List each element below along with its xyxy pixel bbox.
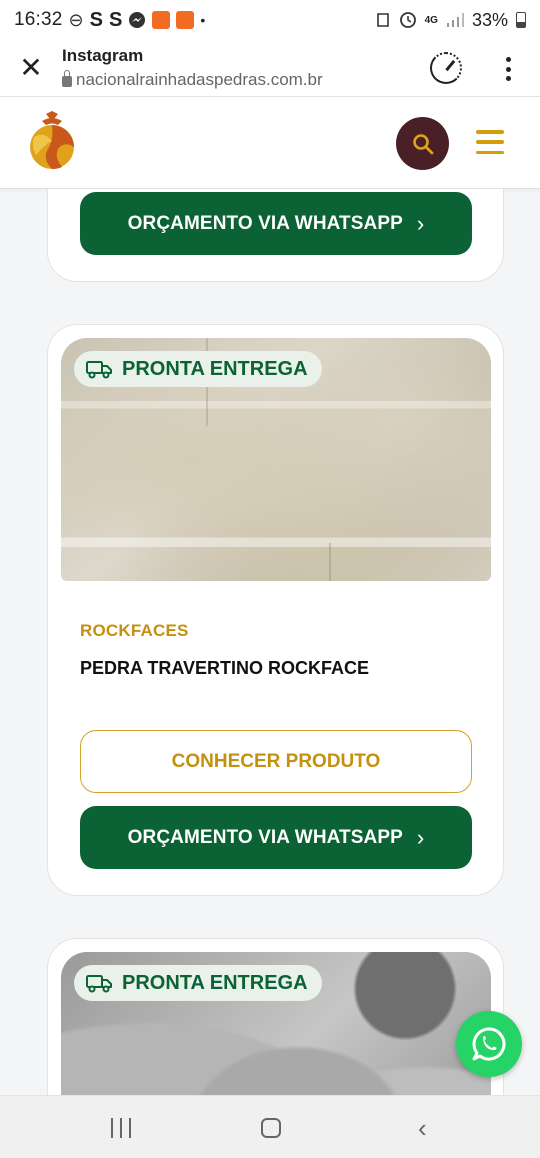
product-category: ROCKFACES [80, 621, 189, 640]
whatsapp-quote-button[interactable]: ORÇAMENTO VIA WHATSAPP › [80, 806, 472, 869]
whatsapp-quote-label: ORÇAMENTO VIA WHATSAPP [127, 212, 403, 234]
chevron-right-icon: › [416, 210, 425, 236]
view-product-button[interactable]: CONHECER PRODUTO [80, 730, 472, 793]
lock-icon [62, 70, 72, 87]
chevron-right-icon: › [416, 824, 425, 850]
notification-s-icon: S [89, 8, 103, 31]
browser-title-area: Instagram nacionalrainhadaspedras.com.br [62, 46, 540, 90]
product-card: PRONTA ENTREGA ROCKFACES PEDRA TRAVERTIN… [47, 324, 504, 896]
whatsapp-icon [472, 1027, 506, 1061]
speed-icon[interactable] [430, 52, 462, 84]
recent-apps-icon[interactable] [111, 1118, 131, 1138]
messenger-icon [129, 12, 146, 28]
product-card: ORÇAMENTO VIA WHATSAPP › [47, 189, 504, 282]
browser-url: nacionalrainhadaspedras.com.br [76, 70, 323, 89]
browser-title: Instagram [62, 46, 144, 65]
ready-delivery-badge: PRONTA ENTREGA [74, 965, 322, 1001]
product-name[interactable]: PEDRA TRAVERTINO ROCKFACE [80, 658, 369, 679]
clock-icon [399, 12, 416, 28]
site-header [0, 97, 540, 189]
alarm-icon [376, 13, 389, 27]
battery-icon [516, 12, 526, 28]
product-card: PRONTA ENTREGA [47, 938, 504, 1095]
menu-icon[interactable] [476, 130, 504, 154]
signal-icon [446, 13, 464, 27]
truck-icon [86, 975, 112, 993]
system-nav-bar: ‹ [0, 1095, 540, 1158]
dnd-icon: ⊖ [68, 9, 84, 30]
search-button[interactable] [396, 117, 449, 170]
whatsapp-float-button[interactable] [456, 1011, 522, 1077]
status-bar: 16:32 ⊖ S S • 4G 33% [0, 0, 540, 40]
temu-icon [152, 11, 171, 29]
badge-label: PRONTA ENTREGA [122, 971, 308, 994]
temu-icon [176, 11, 195, 29]
in-app-browser-bar: ✕ Instagram nacionalrainhadaspedras.com.… [0, 40, 540, 97]
site-logo[interactable] [24, 111, 80, 171]
badge-label: PRONTA ENTREGA [122, 357, 308, 380]
close-icon[interactable]: ✕ [0, 54, 62, 82]
search-icon [412, 133, 433, 154]
status-time: 16:32 [14, 9, 63, 30]
browser-url-row: nacionalrainhadaspedras.com.br [62, 70, 540, 90]
home-icon[interactable] [261, 1118, 281, 1138]
back-icon[interactable]: ‹ [418, 1115, 427, 1141]
truck-icon [86, 361, 112, 379]
network-type: 4G [424, 14, 438, 26]
battery-level: 33% [471, 9, 508, 30]
product-list: ORÇAMENTO VIA WHATSAPP › PRONTA ENTREGA … [0, 189, 540, 1095]
more-vert-icon[interactable] [498, 54, 518, 84]
whatsapp-quote-label: ORÇAMENTO VIA WHATSAPP [127, 826, 403, 848]
more-notifications-icon: • [200, 12, 206, 28]
whatsapp-quote-button[interactable]: ORÇAMENTO VIA WHATSAPP › [80, 192, 472, 255]
notification-s-icon: S [108, 8, 123, 31]
ready-delivery-badge: PRONTA ENTREGA [74, 351, 322, 387]
